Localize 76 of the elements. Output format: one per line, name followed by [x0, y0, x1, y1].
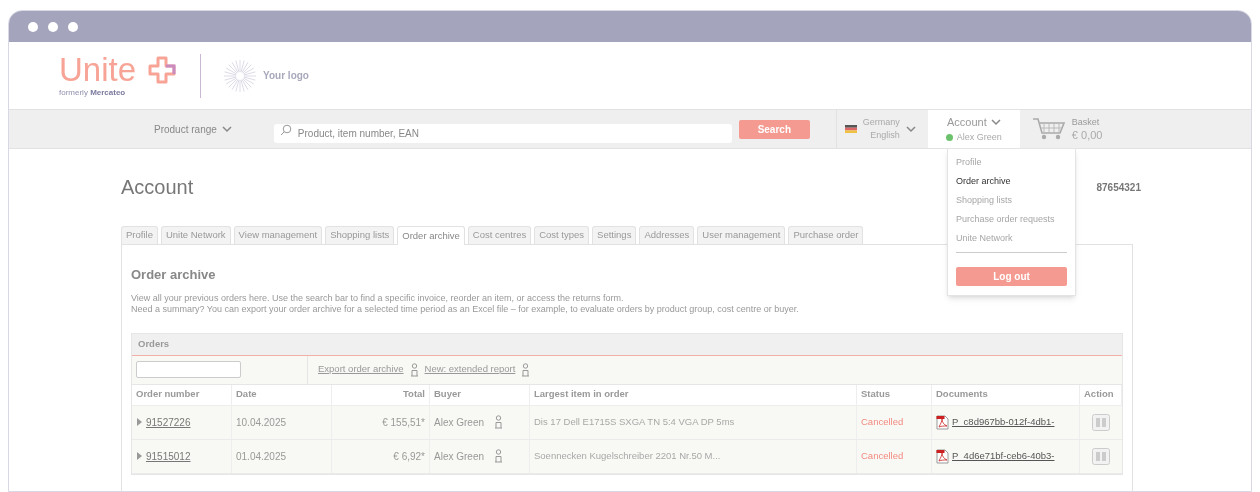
- document-link[interactable]: P_4d6e71bf-ceb6-40b3-: [952, 448, 1055, 464]
- person-icon[interactable]: [521, 362, 531, 377]
- buyer-name: Alex Green: [434, 415, 485, 430]
- brand-subtitle: formerly Mercateo: [59, 86, 127, 99]
- person-icon[interactable]: [494, 415, 504, 429]
- total-cell: € 155,51*: [332, 405, 430, 439]
- account-tab[interactable]: Cost types: [534, 226, 590, 244]
- intro-text: Need a summary? You can export your order archive for a selected time period as an Excel file – for example, to evaluate orders by product group, cost centre or buyer.: [131, 303, 800, 315]
- intro-text: View all your previous orders here. Use the search bar to find a specific invoice, reorder an item, or access the returns form.: [131, 292, 625, 304]
- brand-name: Unite: [59, 52, 137, 87]
- account-tab[interactable]: Shopping lists: [325, 226, 395, 244]
- search-field[interactable]: Product, item number, EAN: [273, 123, 732, 143]
- column-header: Buyer: [430, 384, 530, 405]
- page-title: Account: [121, 175, 194, 200]
- column-header: Total: [332, 384, 430, 405]
- date-cell: 10.04.2025: [232, 405, 332, 439]
- log-out-button[interactable]: Log out: [956, 267, 1067, 286]
- orders-title: Orders: [138, 336, 170, 351]
- search-icon: [279, 123, 292, 136]
- person-icon[interactable]: [494, 449, 504, 463]
- account-menu-item[interactable]: Unite Network: [956, 229, 1067, 248]
- basket-label[interactable]: Basket: [1071, 116, 1103, 129]
- action-icon[interactable]: [1092, 413, 1110, 431]
- column-header: Status: [857, 384, 932, 405]
- your-logo-text: Your logo: [263, 69, 309, 83]
- account-tab[interactable]: Profile: [121, 226, 158, 244]
- pdf-file-icon: [936, 448, 949, 464]
- status-cell: Cancelled: [857, 405, 932, 439]
- account-menu-item[interactable]: Purchase order requests: [956, 210, 1067, 229]
- flag-icon: [844, 125, 857, 133]
- country-chevron-icon: [905, 125, 916, 133]
- total-cell: € 6,92*: [332, 439, 430, 473]
- action-icon[interactable]: [1092, 447, 1110, 465]
- report-link[interactable]: Export order archive: [318, 362, 404, 377]
- section-title: Order archive: [131, 266, 216, 284]
- account-menu-item[interactable]: Profile: [956, 153, 1067, 172]
- order-number-link[interactable]: 91515012: [146, 448, 191, 464]
- expand-row-icon[interactable]: [137, 452, 142, 460]
- item-cell: Soennecken Kugelschreiber 2201 Nr.50 M...: [530, 439, 857, 473]
- account-tab[interactable]: Order archive: [397, 226, 465, 245]
- basket-total[interactable]: € 0,00: [1071, 129, 1103, 142]
- date-cell: 01.04.2025: [232, 439, 332, 473]
- account-tab[interactable]: View management: [233, 226, 323, 244]
- report-link[interactable]: New: extended report: [424, 362, 516, 377]
- product-range-menu[interactable]: Product range: [154, 121, 232, 137]
- pdf-file-icon: [936, 414, 949, 430]
- language-label[interactable]: English: [870, 129, 900, 142]
- document-link[interactable]: P_c8d967bb-012f-4db1-: [952, 414, 1055, 430]
- account-tab[interactable]: Settings: [592, 226, 637, 244]
- customer-number: 87654321: [1096, 180, 1141, 195]
- column-header: Action: [1080, 384, 1122, 405]
- search-button[interactable]: Search: [738, 119, 810, 139]
- column-header: Order number: [132, 384, 232, 405]
- account-tab[interactable]: Purchase order: [788, 226, 864, 244]
- column-header: Documents: [932, 384, 1080, 405]
- account-tab[interactable]: Addresses: [639, 226, 695, 244]
- expand-row-icon[interactable]: [137, 418, 142, 426]
- account-tab[interactable]: Unite Network: [160, 226, 231, 244]
- column-header: Largest item in order: [530, 384, 857, 405]
- order-number-link[interactable]: 91527226: [146, 414, 191, 430]
- chevron-down-icon: [221, 125, 232, 133]
- status-cell: Cancelled: [857, 439, 932, 473]
- account-chevron-icon: [990, 118, 1001, 126]
- account-menu-item[interactable]: Order archive: [956, 172, 1067, 191]
- account-tab[interactable]: Cost centres: [467, 226, 532, 244]
- buyer-name: Alex Green: [434, 449, 485, 464]
- person-icon[interactable]: [409, 362, 419, 377]
- country-label[interactable]: Germany: [862, 116, 900, 129]
- account-menu-button[interactable]: Account Alex Green: [927, 110, 1020, 148]
- column-header: Date: [232, 384, 332, 405]
- account-tab[interactable]: User management: [697, 226, 786, 244]
- account-menu-item[interactable]: Shopping lists: [956, 191, 1067, 210]
- order-filter-field[interactable]: [136, 361, 241, 378]
- shopping-cart-icon[interactable]: [1031, 117, 1066, 141]
- sunburst-logo-icon: [223, 58, 258, 93]
- item-cell: Dis 17 Dell E1715S SXGA TN 5:4 VGA DP 5ms: [530, 405, 857, 439]
